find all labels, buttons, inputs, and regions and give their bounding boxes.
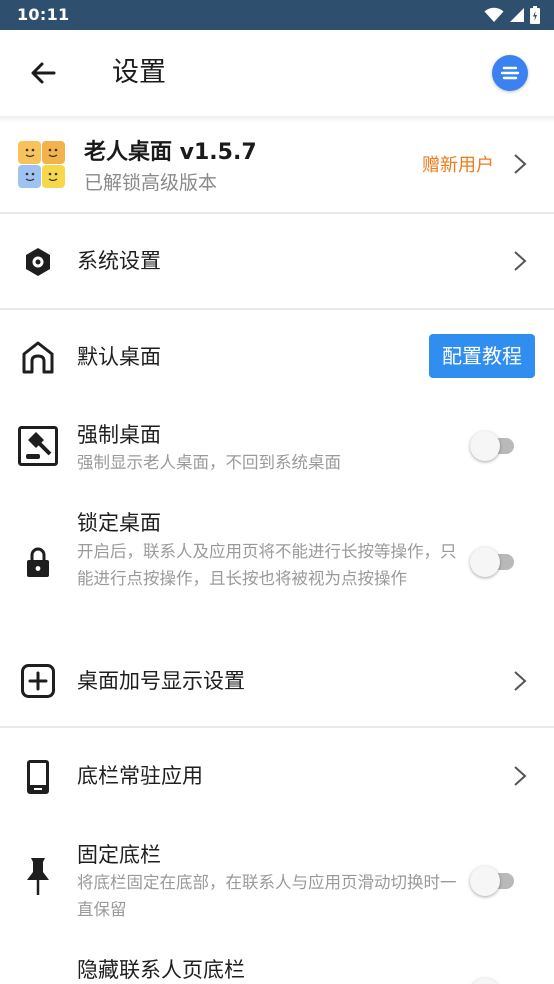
default-launcher-item[interactable]: 默认桌面 配置教程 bbox=[0, 310, 554, 404]
page-title: 设置 bbox=[112, 57, 166, 88]
lock-launcher-description: 开启后，联系人及应用页将不能进行长按等操作，只能进行点按操作，且长按也将被视为点… bbox=[77, 542, 457, 588]
wifi-icon bbox=[484, 7, 504, 22]
gear-hexagon-icon bbox=[18, 242, 58, 282]
fix-dock-item[interactable]: 固定底栏 将底栏固定在底部，在联系人与应用页滑动切换时一直保留 bbox=[0, 826, 554, 944]
status-bar: 10:11 bbox=[0, 0, 554, 30]
phone-device-icon bbox=[18, 757, 58, 797]
app-license-status: 已解锁高级版本 bbox=[84, 172, 218, 194]
chevron-right-icon bbox=[510, 248, 530, 274]
plus-display-settings-label: 桌面加号显示设置 bbox=[77, 669, 245, 693]
config-tutorial-button[interactable]: 配置教程 bbox=[429, 334, 535, 378]
app-bar: 设置 bbox=[0, 30, 554, 116]
force-launcher-description: 强制显示老人桌面，不回到系统桌面 bbox=[77, 453, 341, 472]
back-button[interactable] bbox=[24, 54, 62, 92]
status-time: 10:11 bbox=[17, 5, 70, 24]
hide-contact-dock-label: 隐藏联系人页底栏 bbox=[77, 958, 245, 982]
hide-contact-dock-item[interactable]: 隐藏联系人页底栏 bbox=[0, 944, 554, 984]
lock-launcher-item[interactable]: 锁定桌面 开启后，联系人及应用页将不能进行长按等操作，只能进行点按操作，且长按也… bbox=[0, 494, 554, 632]
fix-dock-description: 将底栏固定在底部，在联系人与应用页滑动切换时一直保留 bbox=[77, 873, 457, 919]
menu-lines-icon bbox=[500, 66, 520, 80]
dock-apps-item[interactable]: 底栏常驻应用 bbox=[0, 728, 554, 826]
chevron-right-icon bbox=[510, 668, 530, 694]
menu-button[interactable] bbox=[492, 55, 528, 91]
home-icon bbox=[18, 337, 58, 377]
force-launcher-toggle[interactable] bbox=[470, 431, 520, 461]
hide-contact-dock-toggle[interactable] bbox=[470, 978, 520, 984]
plus-square-icon bbox=[18, 661, 58, 701]
plus-display-settings-item[interactable]: 桌面加号显示设置 bbox=[0, 636, 554, 726]
signal-icon bbox=[510, 8, 524, 22]
gift-new-user-link[interactable]: 赠新用户 bbox=[422, 151, 494, 177]
app-name: 老人桌面 v1.5.7 bbox=[84, 140, 257, 165]
system-settings-label: 系统设置 bbox=[77, 249, 161, 273]
chevron-right-icon bbox=[510, 763, 530, 789]
status-icons bbox=[484, 6, 540, 24]
gavel-icon bbox=[18, 426, 58, 466]
battery-icon bbox=[530, 6, 540, 24]
dock-apps-label: 底栏常驻应用 bbox=[77, 764, 203, 788]
system-settings-item[interactable]: 系统设置 bbox=[0, 214, 554, 308]
fix-dock-label: 固定底栏 bbox=[77, 843, 161, 867]
app-bar-divider bbox=[0, 116, 554, 122]
pin-icon bbox=[18, 856, 58, 896]
lock-icon bbox=[18, 542, 58, 582]
default-launcher-label: 默认桌面 bbox=[77, 345, 161, 369]
app-logo-icon bbox=[18, 141, 65, 188]
lock-launcher-toggle[interactable] bbox=[470, 547, 520, 577]
force-launcher-label: 强制桌面 bbox=[77, 423, 161, 447]
chevron-right-icon bbox=[510, 151, 530, 177]
lock-launcher-label: 锁定桌面 bbox=[77, 511, 161, 535]
force-launcher-item[interactable]: 强制桌面 强制显示老人桌面，不回到系统桌面 bbox=[0, 404, 554, 494]
arrow-left-icon bbox=[31, 62, 56, 84]
fix-dock-toggle[interactable] bbox=[470, 866, 520, 896]
